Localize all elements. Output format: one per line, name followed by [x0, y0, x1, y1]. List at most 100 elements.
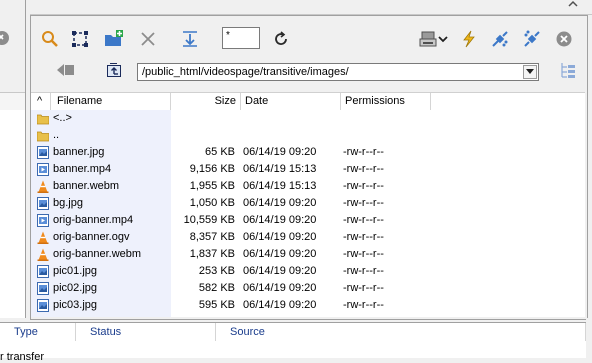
- file-date: 06/14/19 09:20: [243, 265, 317, 277]
- file-name: orig-banner.webm: [53, 248, 142, 260]
- file-row[interactable]: ..: [31, 127, 585, 144]
- file-permissions: -rw-r--r--: [343, 163, 384, 175]
- file-row[interactable]: orig-banner.mp4 10,559 KB 06/14/19 09:20 -r…: [31, 212, 585, 229]
- folder-icon: [36, 129, 50, 142]
- queue-column-status[interactable]: Status: [76, 323, 216, 341]
- file-size: 1,837 KB: [189, 248, 235, 260]
- server-icon[interactable]: [417, 28, 439, 50]
- file-row[interactable]: banner.jpg 65 KB 06/14/19 09:20 -rw-r--r--: [31, 144, 585, 161]
- pane-divider[interactable]: [25, 0, 26, 318]
- file-size: 595 KB: [198, 299, 235, 311]
- file-list-header: ^ Filename Size Date Permissions: [31, 92, 585, 111]
- new-folder-icon[interactable]: [103, 28, 125, 50]
- refresh-icon[interactable]: [270, 28, 292, 50]
- file-size: 1,955 KB: [189, 180, 235, 192]
- file-row[interactable]: banner.mp4 9,156 KB 06/14/19 15:13 -rw-r--r…: [31, 161, 585, 178]
- file-name: banner.jpg: [53, 146, 105, 158]
- file-date: 06/14/19 15:13: [243, 163, 317, 175]
- delete-icon[interactable]: [137, 28, 159, 50]
- file-permissions: -rw-r--r--: [343, 197, 384, 209]
- file-row[interactable]: pic01.jpg 253 KB 06/14/19 09:20 -rw-r--r--: [31, 263, 585, 280]
- connect-icon[interactable]: [489, 28, 511, 50]
- download-icon[interactable]: [179, 28, 201, 50]
- close-pane-icon[interactable]: [553, 28, 575, 50]
- left-pane-close-icon[interactable]: [0, 29, 11, 47]
- quick-connect-icon[interactable]: [458, 28, 480, 50]
- file-row[interactable]: orig-banner.ogv 8,357 KB 06/14/19 09:20 -rw…: [31, 229, 585, 246]
- select-all-icon[interactable]: [69, 28, 91, 50]
- server-dropdown-icon[interactable]: [437, 28, 449, 50]
- file-date: 06/14/19 09:20: [243, 248, 317, 260]
- filter-input[interactable]: *: [222, 27, 260, 49]
- path-dropdown-icon[interactable]: [523, 65, 537, 79]
- window-edge: [586, 318, 592, 358]
- file-size: 8,357 KB: [189, 231, 235, 243]
- file-row[interactable]: pic02.jpg 582 KB 06/14/19 09:20 -rw-r--r--: [31, 280, 585, 297]
- file-date: 06/14/19 09:20: [243, 146, 317, 158]
- file-permissions: -rw-r--r--: [343, 248, 384, 260]
- top-strip: [30, 0, 592, 15]
- file-date: 06/14/19 09:20: [243, 197, 317, 209]
- file-name: bg.jpg: [53, 197, 83, 209]
- file-date: 06/14/19 09:20: [243, 299, 317, 311]
- filter-input-value: *: [226, 30, 230, 41]
- file-date: 06/14/19 09:20: [243, 282, 317, 294]
- left-list-header: [0, 92, 25, 111]
- vlc-cone-icon: [37, 180, 49, 193]
- queue-column-type[interactable]: Type: [0, 323, 76, 341]
- tree-view-icon[interactable]: [557, 59, 579, 81]
- folder-icon: [36, 112, 50, 125]
- scroll-up-arrow-icon[interactable]: [565, 0, 581, 12]
- transfer-queue-header: Type Status Source: [0, 322, 586, 342]
- file-row[interactable]: orig-banner.webm 1,837 KB 06/14/19 09:20 -r…: [31, 246, 585, 263]
- file-row[interactable]: banner.webm 1,955 KB 06/14/19 15:13 -rw-r--…: [31, 178, 585, 195]
- sort-indicator[interactable]: ^: [31, 93, 51, 110]
- image-file-icon: [37, 197, 49, 210]
- left-file-list[interactable]: [0, 110, 25, 318]
- image-file-icon: [37, 265, 49, 278]
- column-filename[interactable]: Filename: [51, 93, 171, 110]
- file-name: <..>: [53, 112, 72, 124]
- disconnect-icon[interactable]: [521, 28, 543, 50]
- file-name: pic01.jpg: [53, 265, 98, 277]
- file-permissions: -rw-r--r--: [343, 214, 384, 226]
- column-size[interactable]: Size: [171, 93, 241, 110]
- file-date: 06/14/19 09:20: [243, 231, 317, 243]
- file-row[interactable]: pic03.jpg 595 KB 06/14/19 09:20 -rw-r--r--: [31, 297, 585, 314]
- file-name: banner.webm: [53, 180, 120, 192]
- file-size: 65 KB: [205, 146, 235, 158]
- queue-status-text: r transfer: [0, 351, 45, 363]
- file-date: 06/14/19 15:13: [243, 180, 317, 192]
- queue-column-source[interactable]: Source: [216, 323, 586, 341]
- file-permissions: -rw-r--r--: [343, 231, 384, 243]
- file-name: banner.mp4: [53, 163, 112, 175]
- file-size: 10,559 KB: [183, 214, 235, 226]
- file-permissions: -rw-r--r--: [343, 265, 384, 277]
- file-name: orig-banner.mp4: [53, 214, 134, 226]
- image-file-icon: [37, 282, 49, 295]
- video-file-icon: [37, 214, 49, 227]
- file-permissions: -rw-r--r--: [343, 282, 384, 294]
- search-icon[interactable]: [39, 28, 61, 50]
- remote-path-combobox[interactable]: /public_html/videospage/transitive/image…: [137, 63, 539, 81]
- file-size: 253 KB: [198, 265, 235, 277]
- file-name: pic03.jpg: [53, 299, 98, 311]
- column-date[interactable]: Date: [241, 93, 341, 110]
- file-name: ..: [53, 129, 60, 141]
- image-file-icon: [37, 146, 49, 159]
- transfer-queue-list[interactable]: r transfer: [0, 341, 586, 363]
- file-size: 1,050 KB: [189, 197, 235, 209]
- column-permissions[interactable]: Permissions: [341, 93, 431, 110]
- remote-path-value: /public_html/videospage/transitive/image…: [142, 66, 349, 78]
- file-date: 06/14/19 09:20: [243, 214, 317, 226]
- back-icon[interactable]: [55, 59, 77, 81]
- vlc-cone-icon: [37, 231, 49, 244]
- parent-folder-icon[interactable]: [103, 59, 125, 81]
- file-permissions: -rw-r--r--: [343, 180, 384, 192]
- file-name: orig-banner.ogv: [53, 231, 130, 243]
- image-file-icon: [37, 299, 49, 312]
- file-permissions: -rw-r--r--: [343, 146, 384, 158]
- file-row[interactable]: <..>: [31, 110, 585, 127]
- file-row[interactable]: bg.jpg 1,050 KB 06/14/19 09:20 -rw-r--r--: [31, 195, 585, 212]
- remote-file-list[interactable]: <..>.. banner.jpg 65 KB 06/14/19 09:20 -rw-r…: [31, 110, 585, 317]
